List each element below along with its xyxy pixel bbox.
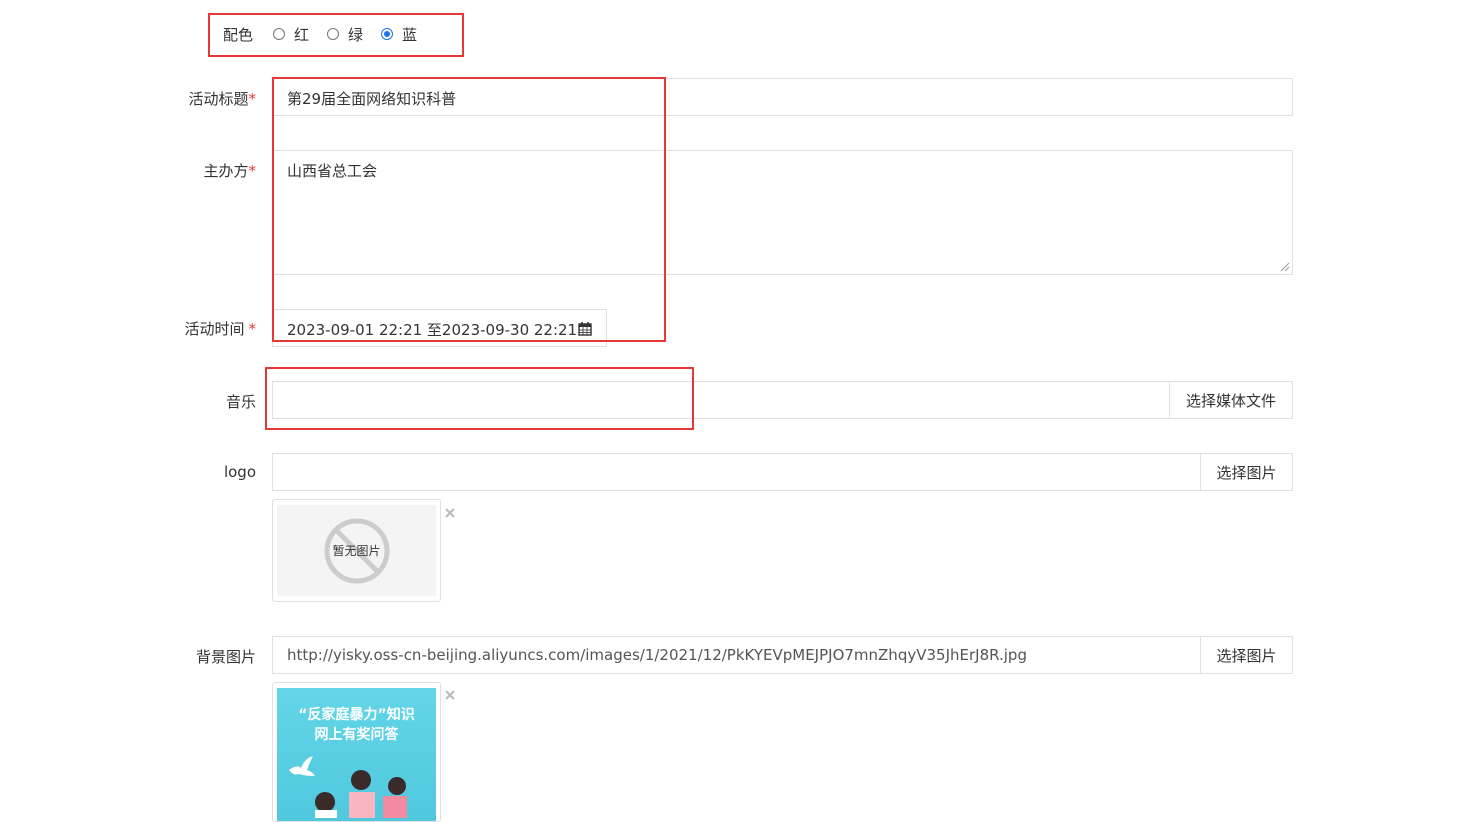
time-label-text: 活动时间 bbox=[184, 320, 245, 338]
select-media-button[interactable]: 选择媒体文件 bbox=[1169, 381, 1293, 419]
background-input[interactable]: http://yisky.oss-cn-beijing.aliyuncs.com… bbox=[272, 636, 1201, 674]
calendar-icon[interactable] bbox=[578, 321, 592, 336]
organizer-textarea-value: 山西省总工会 bbox=[287, 162, 378, 180]
date-range-value: 2023-09-01 22:21 至2023-09-30 22:21 bbox=[287, 321, 578, 339]
title-input[interactable]: 第29届全面网络知识科普 bbox=[272, 78, 1293, 116]
background-label: 背景图片 bbox=[195, 648, 256, 666]
radio-green-label[interactable]: 绿 bbox=[348, 24, 363, 45]
music-input[interactable] bbox=[272, 381, 1170, 419]
logo-label: logo bbox=[223, 463, 256, 481]
background-preview-image: “反家庭暴力”知识 网上有奖问答 bbox=[277, 688, 436, 821]
title-label-text: 活动标题 bbox=[188, 90, 249, 108]
background-input-value: http://yisky.oss-cn-beijing.aliyuncs.com… bbox=[287, 646, 1027, 664]
required-mark: * bbox=[248, 162, 257, 180]
no-image-placeholder: 暂无图片 bbox=[277, 505, 436, 596]
required-mark: * bbox=[248, 320, 257, 338]
preview-title-line1: “反家庭暴力”知识 bbox=[298, 707, 415, 723]
title-input-value: 第29届全面网络知识科普 bbox=[287, 90, 457, 108]
title-label: 活动标题* bbox=[170, 88, 256, 109]
select-logo-image-button[interactable]: 选择图片 bbox=[1200, 453, 1293, 491]
background-preview: “反家庭暴力”知识 网上有奖问答 bbox=[272, 682, 441, 822]
organizer-textarea[interactable]: 山西省总工会 bbox=[272, 150, 1293, 275]
logo-preview: 暂无图片 bbox=[272, 499, 441, 602]
required-mark: * bbox=[248, 90, 257, 108]
logo-close-icon[interactable] bbox=[444, 507, 456, 519]
radio-blue-label[interactable]: 蓝 bbox=[402, 24, 417, 45]
time-label: 活动时间 * bbox=[160, 318, 256, 339]
music-label: 音乐 bbox=[225, 393, 256, 411]
select-background-image-button[interactable]: 选择图片 bbox=[1200, 636, 1293, 674]
resize-handle-icon[interactable] bbox=[1280, 262, 1290, 272]
color-scheme-label: 配色 bbox=[223, 26, 254, 44]
organizer-label: 主办方* bbox=[170, 160, 256, 181]
organizer-label-text: 主办方 bbox=[203, 162, 249, 180]
preview-title-line2: 网上有奖问答 bbox=[314, 727, 399, 743]
radio-blue[interactable] bbox=[381, 28, 393, 40]
radio-red[interactable] bbox=[273, 28, 285, 40]
radio-green[interactable] bbox=[327, 28, 339, 40]
logo-input[interactable] bbox=[272, 453, 1201, 491]
no-image-text: 暂无图片 bbox=[332, 544, 381, 558]
background-close-icon[interactable] bbox=[444, 689, 456, 701]
radio-red-label[interactable]: 红 bbox=[294, 24, 309, 45]
date-range-input[interactable]: 2023-09-01 22:21 至2023-09-30 22:21 bbox=[272, 309, 607, 347]
family-illustration-icon bbox=[315, 770, 407, 818]
